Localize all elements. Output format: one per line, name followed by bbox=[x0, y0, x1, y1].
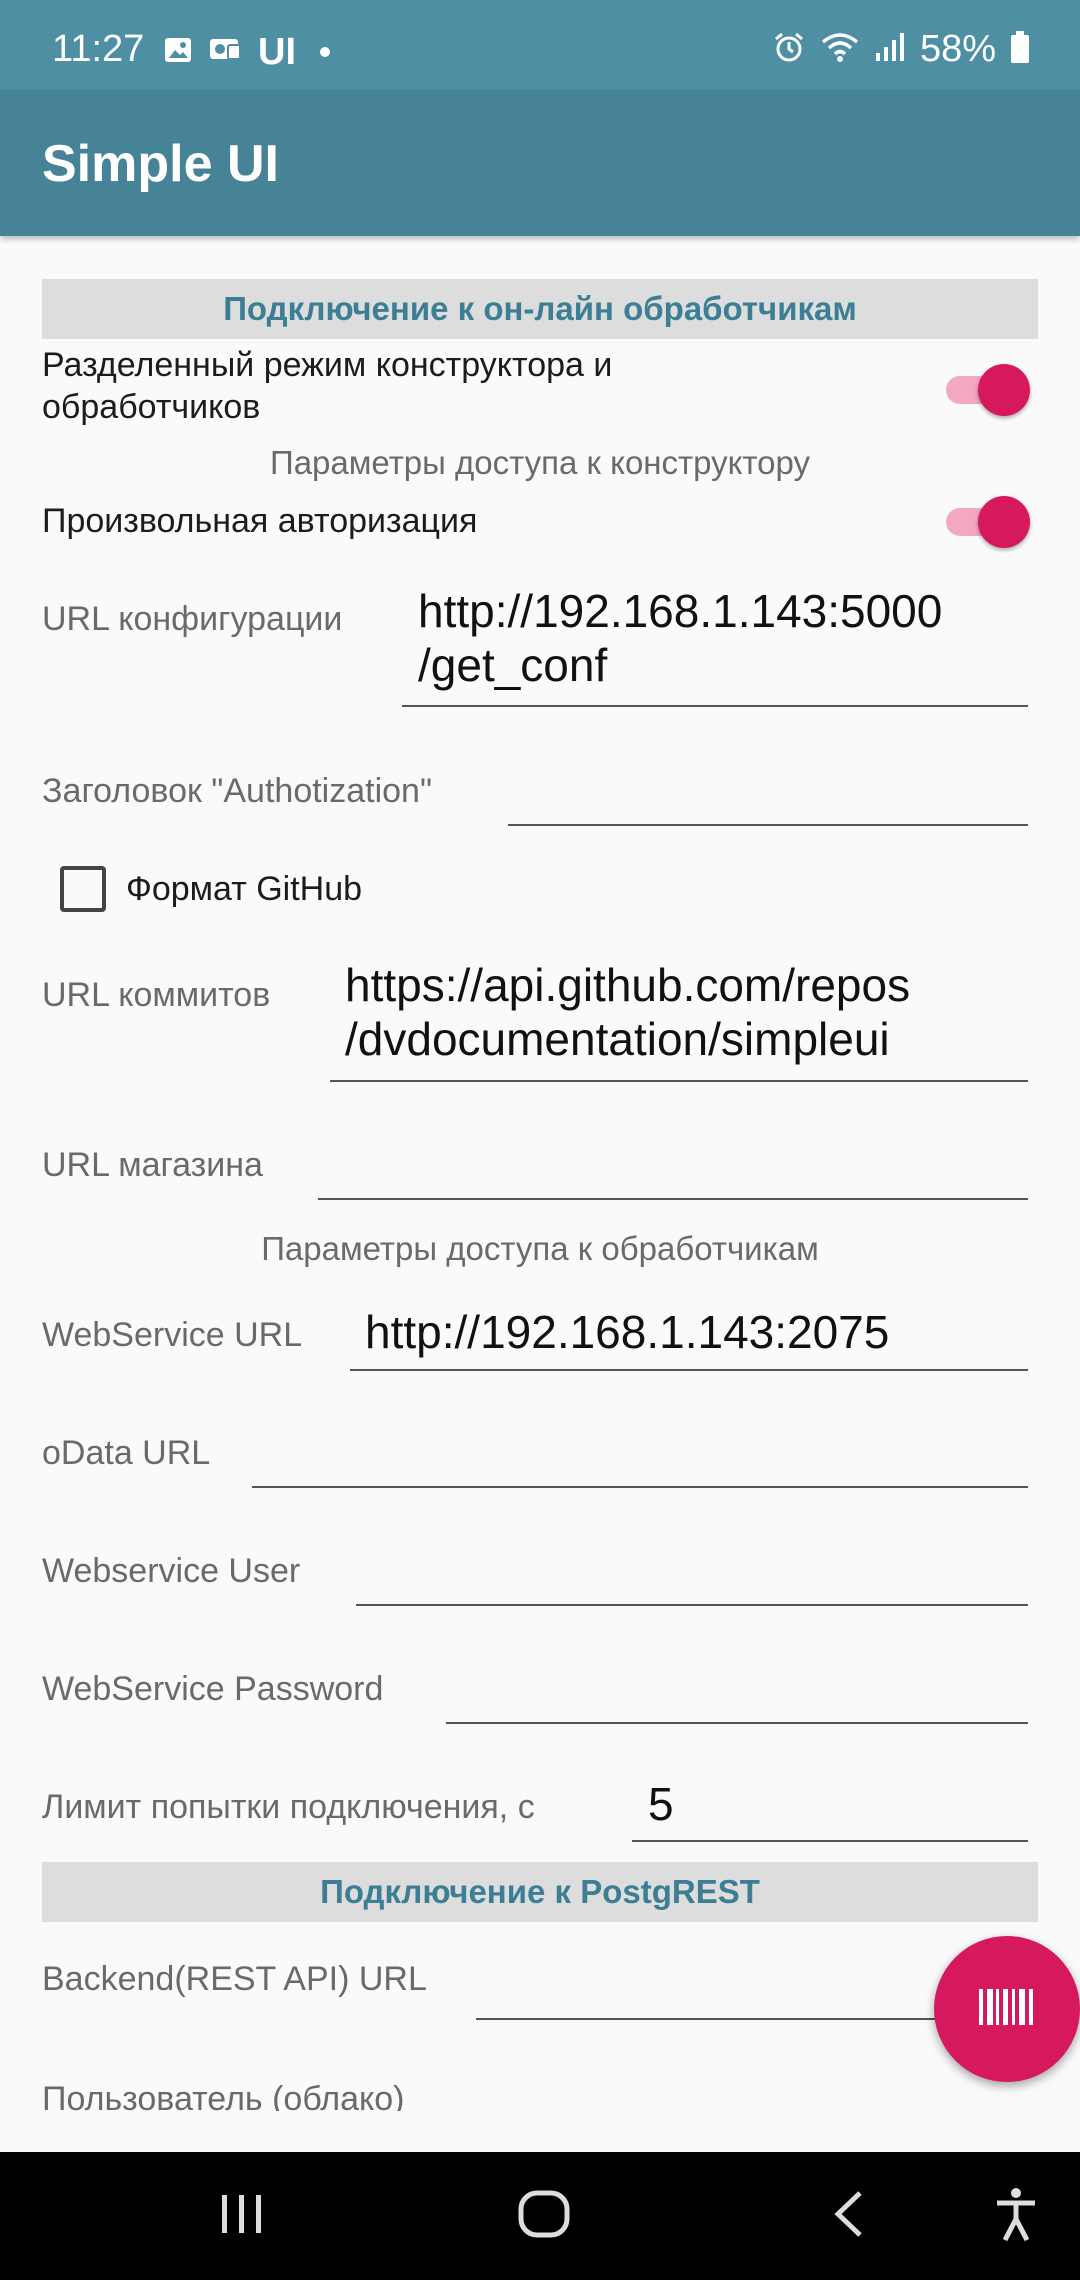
webservice-user-input[interactable] bbox=[356, 1604, 1028, 1606]
config-url-value[interactable]: http://192.168.1.143:5000 /get_conf bbox=[418, 584, 942, 692]
signal-icon bbox=[874, 31, 906, 68]
commits-url-input[interactable] bbox=[330, 1080, 1028, 1082]
odata-url-label: oData URL bbox=[42, 1434, 211, 1472]
webservice-url-value[interactable]: http://192.168.1.143:2075 bbox=[365, 1305, 889, 1359]
webservice-password-label: WebService Password bbox=[42, 1670, 384, 1708]
app-title: Simple UI bbox=[42, 135, 279, 193]
accessibility-icon bbox=[993, 2186, 1039, 2247]
handlers-params-title: Параметры доступа к обработчикам bbox=[261, 1230, 819, 1267]
config-url-line1: http://192.168.1.143:5000 bbox=[418, 585, 943, 637]
system-icons: 58% bbox=[772, 28, 1030, 71]
gallery-icon bbox=[162, 34, 194, 71]
status-time: 11:27 bbox=[52, 28, 145, 70]
battery-percent: 58% bbox=[919, 28, 996, 70]
back-icon bbox=[830, 2189, 866, 2244]
commits-url-line2: /dvdocumentation/simpleui bbox=[345, 1013, 890, 1065]
home-button[interactable] bbox=[514, 2186, 574, 2246]
cast-icon bbox=[208, 34, 244, 71]
webservice-user-label: Webservice User bbox=[42, 1552, 301, 1590]
split-mode-switch[interactable] bbox=[938, 358, 1030, 418]
split-mode-label-line2: обработчиков bbox=[42, 388, 261, 426]
more-notifications-dot bbox=[320, 47, 330, 57]
barcode-icon bbox=[979, 1988, 1035, 2030]
constructor-params-title: Параметры доступа к конструктору bbox=[269, 444, 811, 481]
cloud-user-label: Пользователь (облако) bbox=[42, 2080, 405, 2111]
custom-auth-switch[interactable] bbox=[938, 490, 1030, 550]
github-format-label: Формат GitHub bbox=[126, 870, 363, 908]
odata-url-input[interactable] bbox=[252, 1486, 1028, 1488]
recents-icon bbox=[218, 2193, 266, 2240]
timeout-value[interactable]: 5 bbox=[648, 1777, 674, 1831]
section-header-online: Подключение к он-лайн обработчикам bbox=[42, 279, 1038, 339]
config-url-input[interactable] bbox=[402, 705, 1028, 707]
config-url-line2: /get_conf bbox=[418, 639, 608, 691]
switch-thumb bbox=[978, 496, 1030, 548]
webservice-url-input[interactable] bbox=[350, 1369, 1028, 1371]
auth-header-label: Заголовок "Authotization" bbox=[42, 772, 433, 810]
scan-barcode-button[interactable] bbox=[934, 1936, 1080, 2082]
switch-thumb bbox=[978, 364, 1030, 416]
recents-button[interactable] bbox=[212, 2186, 272, 2246]
split-mode-label-line1: Разделенный режим конструктора и bbox=[42, 346, 613, 384]
back-button[interactable] bbox=[818, 2186, 878, 2246]
webservice-password-input[interactable] bbox=[446, 1722, 1028, 1724]
home-icon bbox=[518, 2190, 570, 2243]
commits-url-value[interactable]: https://api.github.com/repos /dvdocument… bbox=[345, 958, 910, 1066]
battery-icon bbox=[1010, 30, 1030, 69]
commits-url-line1: https://api.github.com/repos bbox=[345, 959, 911, 1011]
config-url-label: URL конфигурации bbox=[42, 600, 343, 638]
store-url-input[interactable] bbox=[318, 1198, 1028, 1200]
commits-url-label: URL коммитов bbox=[42, 976, 271, 1014]
split-mode-label: Разделенный режим конструктора и обработ… bbox=[42, 344, 612, 428]
backend-url-label: Backend(REST API) URL bbox=[42, 1960, 427, 1998]
accessibility-button[interactable] bbox=[986, 2186, 1046, 2246]
settings-content[interactable]: Подключение к он-лайн обработчикам Разде… bbox=[0, 236, 1080, 2111]
app-indicator: UI bbox=[258, 31, 296, 73]
navigation-bar bbox=[0, 2152, 1080, 2280]
github-format-checkbox[interactable] bbox=[60, 866, 106, 912]
store-url-label: URL магазина bbox=[42, 1146, 263, 1184]
notification-icons: UI bbox=[162, 33, 330, 71]
alarm-icon bbox=[772, 30, 806, 69]
status-bar: 11:27 UI 58% bbox=[0, 0, 1080, 90]
timeout-label: Лимит попытки подключения, с bbox=[42, 1788, 535, 1826]
timeout-input[interactable] bbox=[632, 1840, 1028, 1842]
wifi-icon bbox=[820, 30, 860, 69]
section-header-postgrest: Подключение к PostgREST bbox=[42, 1862, 1038, 1922]
custom-auth-label: Произвольная авторизация bbox=[42, 502, 478, 540]
app-bar: Simple UI bbox=[0, 90, 1080, 236]
webservice-url-label: WebService URL bbox=[42, 1316, 303, 1354]
auth-header-input[interactable] bbox=[508, 824, 1028, 826]
